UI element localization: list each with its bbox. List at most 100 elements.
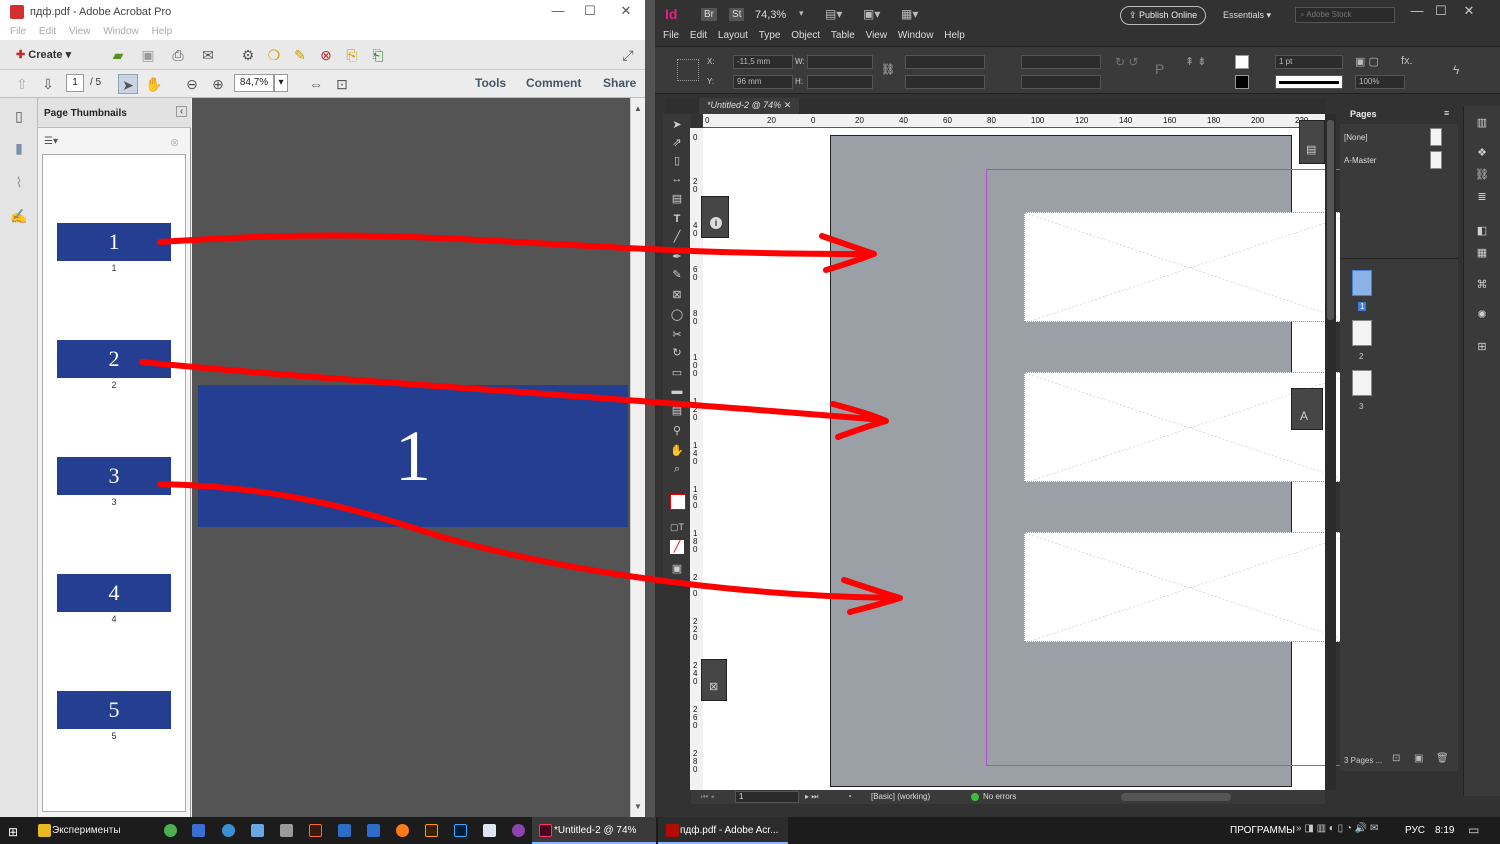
clock[interactable]: 8:19 xyxy=(1435,825,1454,836)
page-thumb-1[interactable] xyxy=(1352,270,1372,296)
layers-dock-icon[interactable]: ❖ xyxy=(1475,146,1489,160)
gradient-feather-icon[interactable]: ▬ xyxy=(670,384,684,398)
pencil-tool-icon[interactable]: ✎ xyxy=(670,268,684,282)
type-tool-icon[interactable]: T xyxy=(670,212,684,226)
fill-swatch-icon[interactable] xyxy=(1235,55,1249,69)
thumbnail-page-1[interactable]: 1 xyxy=(57,223,171,261)
selection-tool-icon[interactable]: ➤ xyxy=(670,118,684,132)
menu-window[interactable]: Window xyxy=(898,30,934,41)
note-tool-icon[interactable]: ▤ xyxy=(670,404,684,418)
document-view[interactable]: 1 xyxy=(192,98,630,817)
direct-selection-tool-icon[interactable]: ⇗ xyxy=(670,136,684,150)
links-dock-icon[interactable]: ⛓ xyxy=(1475,168,1489,182)
indesign-vertical-scrollbar[interactable] xyxy=(1325,114,1336,790)
content-collector-icon[interactable]: ▤ xyxy=(670,192,684,206)
glyphs-float-panel[interactable]: A xyxy=(1291,388,1323,430)
menu-layout[interactable]: Layout xyxy=(718,30,748,41)
fit-page-icon[interactable]: ⊡ xyxy=(332,74,352,94)
panel-icon[interactable]: ▤ xyxy=(1306,143,1316,156)
new-page-icon[interactable]: ▣ xyxy=(1414,753,1423,764)
line-tool-icon[interactable]: ╱ xyxy=(670,230,684,244)
flash-icon[interactable] xyxy=(309,824,322,837)
height-field[interactable] xyxy=(807,75,873,89)
email-icon[interactable]: ✉ xyxy=(198,45,218,65)
workspace-switcher[interactable]: Essentials ▾ xyxy=(1223,10,1271,21)
preflight-status[interactable]: No errors xyxy=(983,792,1016,801)
shear-field[interactable] xyxy=(1021,75,1101,89)
comment-link[interactable]: Comment xyxy=(526,76,581,90)
programs-toolbar[interactable]: ПРОГРАММЫ xyxy=(1230,825,1295,836)
zoom-dropdown-icon[interactable]: ▾ xyxy=(799,8,804,19)
scroll-up-icon[interactable]: ▲ xyxy=(634,104,642,113)
image-frame-1[interactable] xyxy=(1024,212,1355,323)
menu-edit[interactable]: Edit xyxy=(39,26,56,37)
bridge-button[interactable]: Br xyxy=(701,8,717,21)
thumbnail-page-5[interactable]: 5 xyxy=(57,691,171,729)
image-frame-3[interactable] xyxy=(1024,532,1355,643)
constrain-proportions-icon[interactable]: ⛓ xyxy=(881,63,895,76)
task-explorer[interactable]: Эксперименты xyxy=(46,817,156,844)
scale-x-field[interactable] xyxy=(905,55,985,69)
expand-icon[interactable]: ⤢ xyxy=(618,45,638,65)
collapse-panel-icon[interactable]: ‹ xyxy=(176,106,187,117)
menu-file[interactable]: File xyxy=(663,30,679,41)
collapsed-float-panel[interactable]: ▤ xyxy=(1299,120,1325,164)
scroll-down-icon[interactable]: ▼ xyxy=(634,802,642,811)
frame-fitting-icon[interactable]: ▣ ▢ xyxy=(1355,55,1379,68)
panel-menu-icon[interactable]: ≡ xyxy=(1444,108,1449,118)
glyph-icon[interactable]: A xyxy=(1300,409,1308,423)
pasteboard[interactable] xyxy=(703,128,1392,790)
zoom-tool-icon[interactable]: ⌕ xyxy=(670,462,684,476)
page-spread[interactable] xyxy=(830,135,1392,787)
zoom-input[interactable]: 84,7% xyxy=(234,74,274,92)
image-link-icon[interactable]: ⊠ xyxy=(709,680,718,693)
master-thumb[interactable] xyxy=(1430,151,1442,169)
page-thumb-2[interactable] xyxy=(1352,320,1372,346)
export-icon[interactable]: ⎘ xyxy=(342,45,362,65)
eyedropper-tool-icon[interactable]: ⚲ xyxy=(670,424,684,438)
app-icon[interactable] xyxy=(192,824,205,837)
close-icon[interactable]: ✕ xyxy=(1455,3,1483,19)
thumbnail-page-2[interactable]: 2 xyxy=(57,340,171,378)
gradient-tool-icon[interactable]: ▭ xyxy=(670,366,684,380)
rotate-icon[interactable]: ↻ ↺ xyxy=(1115,55,1138,69)
stroke-swatch-icon[interactable] xyxy=(1235,75,1249,89)
select-cursor-icon[interactable]: ➤ xyxy=(118,74,138,94)
menu-type[interactable]: Type xyxy=(759,30,781,41)
reference-point-icon[interactable] xyxy=(677,59,699,81)
menu-table[interactable]: Table xyxy=(831,30,855,41)
arrange-documents-icon[interactable]: ▦▾ xyxy=(901,7,918,21)
delete-page-icon[interactable]: ⊗ xyxy=(316,45,336,65)
width-field[interactable] xyxy=(807,55,873,69)
ellipse-tool-icon[interactable]: ◯ xyxy=(670,308,684,322)
menu-help[interactable]: Help xyxy=(944,30,965,41)
text-wrap-icon[interactable]: P xyxy=(1155,61,1164,77)
edit-page-size-icon[interactable]: ⊡ xyxy=(1392,753,1400,764)
pen-tool-icon[interactable]: ✒ xyxy=(670,250,684,264)
publish-online-button[interactable]: ⇪ Publish Online xyxy=(1120,6,1207,25)
menu-view[interactable]: View xyxy=(866,30,888,41)
app-icon[interactable] xyxy=(367,824,380,837)
zoom-out-icon[interactable]: ⊖ xyxy=(182,74,202,94)
attachment-icon[interactable]: ⌇ xyxy=(9,172,29,192)
page-selector[interactable]: 1 xyxy=(735,791,799,803)
page-thumb-3[interactable] xyxy=(1352,370,1372,396)
links-float-panel[interactable]: ⊠ xyxy=(701,659,727,701)
illustrator-icon[interactable] xyxy=(425,824,438,837)
tools-link[interactable]: Tools xyxy=(475,76,506,90)
language-indicator[interactable]: РУС xyxy=(1405,825,1425,836)
zoom-dropdown-icon[interactable]: ▾ xyxy=(274,74,288,92)
none-master-thumb[interactable] xyxy=(1430,128,1442,146)
gap-tool-icon[interactable]: ↔ xyxy=(670,172,684,186)
prev-page-icon[interactable]: ⇧ xyxy=(12,74,32,94)
fill-stroke-swatch-icon[interactable] xyxy=(670,494,686,510)
settings-gear-icon[interactable]: ⚙ xyxy=(238,45,258,65)
x-field[interactable]: -11,5 mm xyxy=(733,55,793,69)
app-icon[interactable] xyxy=(251,824,264,837)
thumbnail-options-icon[interactable]: ☰▾ xyxy=(44,136,58,147)
app-icon[interactable] xyxy=(512,824,525,837)
maximize-icon[interactable]: ☐ xyxy=(1427,3,1455,19)
align-icon[interactable]: ⇞ ⇟ xyxy=(1185,55,1207,68)
app-icon[interactable] xyxy=(338,824,351,837)
chrome-icon[interactable] xyxy=(164,824,177,837)
